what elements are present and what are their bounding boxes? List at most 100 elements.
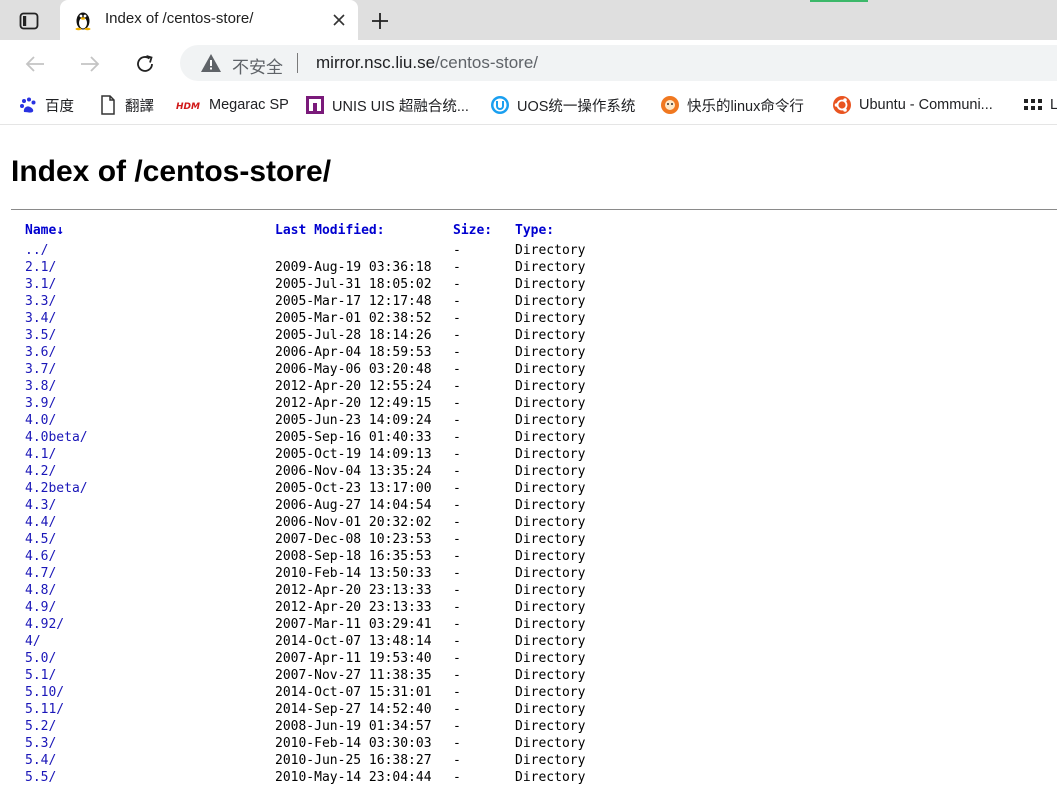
- bookmark-megarac[interactable]: HDM Megarac SP: [176, 94, 289, 116]
- entry-name-link[interactable]: 5.0/: [25, 651, 56, 666]
- last-modified-cell: 2006-Nov-04 13:35:24: [275, 464, 432, 479]
- entry-name-link[interactable]: 4.7/: [25, 566, 56, 581]
- table-row: 5.1/2007-Nov-27 11:38:35 - Directory: [25, 668, 1045, 685]
- last-modified-cell: 2005-Sep-16 01:40:33: [275, 430, 432, 445]
- last-modified-cell: 2007-Apr-11 19:53:40: [275, 651, 432, 666]
- last-modified-cell: 2006-Aug-27 14:04:54: [275, 498, 432, 513]
- entry-name-link[interactable]: 4.0beta/: [25, 430, 88, 445]
- size-cell: -: [453, 719, 461, 734]
- size-cell: -: [453, 753, 461, 768]
- entry-name-link[interactable]: 4.2/: [25, 464, 56, 479]
- size-cell: -: [453, 515, 461, 530]
- tab-actions-icon[interactable]: [12, 8, 46, 34]
- name-column-header[interactable]: Name↓: [25, 223, 64, 238]
- entry-name-link[interactable]: 3.6/: [25, 345, 56, 360]
- entry-name-link[interactable]: 2.1/: [25, 260, 56, 275]
- linux-site-icon: [660, 95, 680, 115]
- bookmark-linux-cmd[interactable]: 快乐的linux命令行: [660, 94, 804, 116]
- table-row: 4.0beta/2005-Sep-16 01:40:33 - Directory: [25, 430, 1045, 447]
- type-cell: Directory: [515, 651, 586, 666]
- bookmark-apps[interactable]: L: [1023, 94, 1057, 116]
- entry-name-link[interactable]: 4.4/: [25, 515, 56, 530]
- bookmarks-bar: 百度 翻譯 HDM Megarac SP UNIS UIS 超融合统... UO…: [0, 86, 1057, 125]
- table-row: 4.0/2005-Jun-23 14:09:24 - Directory: [25, 413, 1045, 430]
- size-cell: -: [453, 481, 461, 496]
- tab-active[interactable]: Index of /centos-store/: [60, 0, 358, 40]
- bookmark-uos[interactable]: UOS统一操作系统: [490, 94, 635, 116]
- bookmark-label: Ubuntu - Communi...: [859, 97, 993, 113]
- security-status-label[interactable]: 不安全: [232, 53, 283, 78]
- bookmark-translate[interactable]: 翻譯: [98, 94, 154, 116]
- entry-name-link[interactable]: 3.1/: [25, 277, 56, 292]
- type-cell: Directory: [515, 753, 586, 768]
- type-cell: Directory: [515, 668, 586, 683]
- reload-icon[interactable]: [130, 49, 160, 79]
- last-modified-cell: 2005-Oct-23 13:17:00: [275, 481, 432, 496]
- entry-name-link[interactable]: 4.3/: [25, 498, 56, 513]
- bookmark-unis[interactable]: UNIS UIS 超融合统...: [305, 94, 469, 116]
- type-column-header[interactable]: Type:: [515, 223, 554, 238]
- entry-name-link[interactable]: 5.4/: [25, 753, 56, 768]
- type-cell: Directory: [515, 481, 586, 496]
- entry-name-link[interactable]: 3.9/: [25, 396, 56, 411]
- back-arrow-icon[interactable]: [20, 49, 50, 79]
- last-modified-cell: 2008-Sep-18 16:35:53: [275, 549, 432, 564]
- entry-name-link[interactable]: 4.9/: [25, 600, 56, 615]
- size-cell: -: [453, 634, 461, 649]
- last-modified-cell: 2007-Mar-11 03:29:41: [275, 617, 432, 632]
- entry-name-link[interactable]: 4.2beta/: [25, 481, 88, 496]
- size-column-header[interactable]: Size:: [453, 223, 492, 238]
- last-modified-cell: 2006-Nov-01 20:32:02: [275, 515, 432, 530]
- type-cell: Directory: [515, 277, 586, 292]
- warning-triangle-icon[interactable]: [200, 53, 222, 73]
- type-cell: Directory: [515, 447, 586, 462]
- modified-column-header[interactable]: Last Modified:: [275, 223, 385, 238]
- last-modified-cell: 2010-Jun-25 16:38:27: [275, 753, 432, 768]
- bookmark-ubuntu[interactable]: Ubuntu - Communi...: [832, 94, 993, 116]
- bookmark-label: UOS统一操作系统: [517, 98, 636, 115]
- size-cell: -: [453, 243, 461, 258]
- forward-arrow-icon[interactable]: [75, 49, 105, 79]
- entry-name-link[interactable]: 5.11/: [25, 702, 64, 717]
- type-cell: Directory: [515, 702, 586, 717]
- entry-name-link[interactable]: 4.8/: [25, 583, 56, 598]
- last-modified-cell: 2014-Sep-27 14:52:40: [275, 702, 432, 717]
- apps-grid-icon: [1023, 95, 1043, 115]
- type-cell: Directory: [515, 515, 586, 530]
- browser-toolbar: 不安全 mirror.nsc.liu.se/centos-store/: [0, 40, 1057, 86]
- entry-name-link[interactable]: 3.4/: [25, 311, 56, 326]
- entry-name-link[interactable]: 5.3/: [25, 736, 56, 751]
- close-icon[interactable]: [328, 9, 350, 31]
- entry-name-link[interactable]: 5.5/: [25, 770, 56, 785]
- bookmark-baidu[interactable]: 百度: [18, 94, 74, 116]
- entry-name-link[interactable]: 4.0/: [25, 413, 56, 428]
- type-cell: Directory: [515, 413, 586, 428]
- type-cell: Directory: [515, 345, 586, 360]
- entry-name-link[interactable]: 4.1/: [25, 447, 56, 462]
- entry-name-link[interactable]: 4.5/: [25, 532, 56, 547]
- last-modified-cell: 2008-Jun-19 01:34:57: [275, 719, 432, 734]
- page-title: Index of /centos-store/: [11, 155, 332, 188]
- listing-header: Name↓ Last Modified: Size: Type:: [25, 223, 1045, 243]
- entry-name-link[interactable]: ../: [25, 243, 48, 258]
- entry-name-link[interactable]: 3.5/: [25, 328, 56, 343]
- entry-name-link[interactable]: 4/: [25, 634, 41, 649]
- entry-name-link[interactable]: 3.8/: [25, 379, 56, 394]
- entry-name-link[interactable]: 5.1/: [25, 668, 56, 683]
- entry-name-link[interactable]: 3.7/: [25, 362, 56, 377]
- new-tab-plus-icon[interactable]: [366, 7, 394, 35]
- type-cell: Directory: [515, 736, 586, 751]
- entry-name-link[interactable]: 4.92/: [25, 617, 64, 632]
- entry-name-link[interactable]: 4.6/: [25, 549, 56, 564]
- last-modified-cell: 2006-May-06 03:20:48: [275, 362, 432, 377]
- url-text[interactable]: mirror.nsc.liu.se/centos-store/: [316, 53, 538, 73]
- address-bar[interactable]: 不安全 mirror.nsc.liu.se/centos-store/: [180, 45, 1057, 81]
- size-cell: -: [453, 770, 461, 785]
- size-cell: -: [453, 430, 461, 445]
- entry-name-link[interactable]: 5.2/: [25, 719, 56, 734]
- last-modified-cell: 2012-Apr-20 12:49:15: [275, 396, 432, 411]
- entry-name-link[interactable]: 3.3/: [25, 294, 56, 309]
- bookmark-label: L: [1050, 97, 1057, 113]
- size-cell: -: [453, 345, 461, 360]
- entry-name-link[interactable]: 5.10/: [25, 685, 64, 700]
